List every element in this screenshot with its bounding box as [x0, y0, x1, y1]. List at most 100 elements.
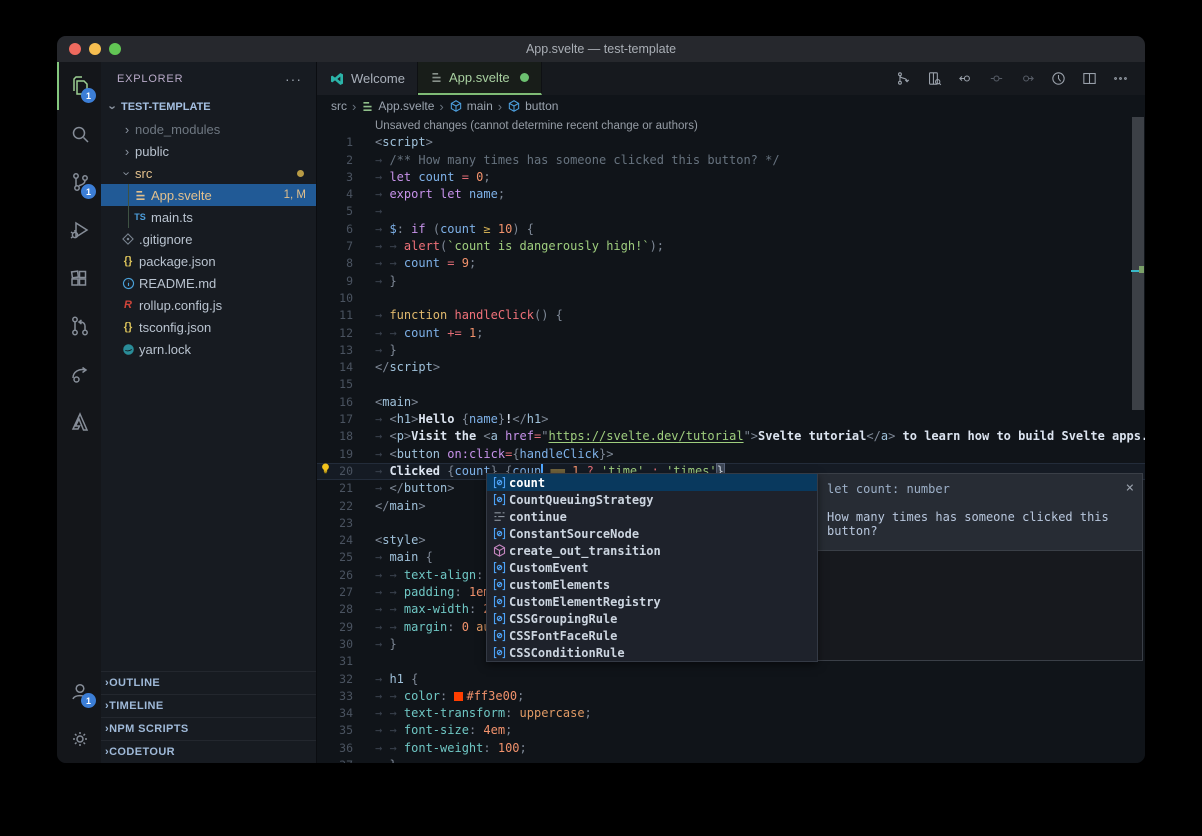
code-line-8[interactable]: 8→ → count = 9; [317, 255, 1145, 272]
sidebar-section-codetour[interactable]: ›CODETOUR [101, 740, 316, 763]
open-changes-button[interactable] [923, 68, 945, 90]
activity-azure[interactable] [57, 398, 101, 446]
split-editor-icon [1081, 70, 1098, 87]
workspace-root-label: TEST-TEMPLATE [121, 101, 211, 113]
activity-github-pull-requests[interactable] [57, 302, 101, 350]
quick-fix-lightbulb[interactable] [319, 462, 332, 480]
code-line-7[interactable]: 7→ → alert(`count is dangerously high!`)… [317, 238, 1145, 255]
breadcrumb-main[interactable]: main [449, 99, 493, 113]
tree-item-tsconfig-json[interactable]: {}tsconfig.json [101, 316, 316, 338]
suggestion-customelementregistry[interactable]: CustomElementRegistry [487, 593, 817, 610]
line-number: 22 [333, 498, 353, 515]
code-line-14[interactable]: 14</script> [317, 359, 1145, 376]
suggestion-create_out_transition[interactable]: create_out_transition [487, 542, 817, 559]
azure-icon [68, 410, 92, 434]
suggestion-continue[interactable]: continue [487, 508, 817, 525]
activity-explorer[interactable]: 1 [57, 62, 101, 110]
sidebar-section-timeline[interactable]: ›TIMELINE [101, 694, 316, 717]
git-actions-button[interactable] [892, 68, 914, 90]
sidebar-section-npm-scripts[interactable]: ›NPM SCRIPTS [101, 717, 316, 740]
tree-item-app-svelte[interactable]: App.svelte1, M [101, 184, 316, 206]
code-line-35[interactable]: 35→ → font-size: 4em; [317, 722, 1145, 739]
activity-live-share[interactable] [57, 350, 101, 398]
tree-item-src[interactable]: ›src [101, 162, 316, 184]
rollup-file-icon: R [124, 299, 132, 311]
suggestion-constantsourcenode[interactable]: ConstantSourceNode [487, 525, 817, 542]
explorer-title: EXPLORER [117, 73, 183, 85]
editor-actions [892, 62, 1145, 95]
code-line-13[interactable]: 13→ } [317, 342, 1145, 359]
tree-item--gitignore[interactable]: .gitignore [101, 228, 316, 250]
suggestion-label: CSSGroupingRule [509, 612, 617, 626]
suggestion-customelements[interactable]: customElements [487, 576, 817, 593]
code-line-3[interactable]: 3→ let count = 0; [317, 169, 1145, 186]
badge: 1 [81, 693, 96, 708]
tab-welcome[interactable]: Welcome [317, 62, 418, 95]
line-number: 34 [333, 705, 353, 722]
code-line-2[interactable]: 2→ /** How many times has someone clicke… [317, 152, 1145, 169]
current-change-button[interactable] [985, 68, 1007, 90]
next-change-button[interactable] [1016, 68, 1038, 90]
code-line-12[interactable]: 12→ → count += 1; [317, 325, 1145, 342]
code-line-17[interactable]: 17→ <h1>Hello {name}!</h1> [317, 411, 1145, 428]
previous-change-button[interactable] [954, 68, 976, 90]
code-line-32[interactable]: 32→ h1 { [317, 671, 1145, 688]
tree-item-package-json[interactable]: {}package.json [101, 250, 316, 272]
activity-run-debug[interactable] [57, 206, 101, 254]
suggestion-cssconditionrule[interactable]: CSSConditionRule [487, 644, 817, 661]
breadcrumb-src[interactable]: src [331, 99, 347, 113]
suggestion-cssgroupingrule[interactable]: CSSGroupingRule [487, 610, 817, 627]
activity-search[interactable] [57, 110, 101, 158]
code-line-10[interactable]: 10 [317, 290, 1145, 307]
activity-source-control[interactable]: 1 [57, 158, 101, 206]
code-line-9[interactable]: 9→ } [317, 273, 1145, 290]
code-line-15[interactable]: 15 [317, 376, 1145, 393]
line-number: 7 [333, 238, 353, 255]
close-icon[interactable]: × [1126, 480, 1134, 496]
tree-item-yarn-lock[interactable]: yarn.lock [101, 338, 316, 360]
code-line-18[interactable]: 18→ <p>Visit the <a href="https://svelte… [317, 428, 1145, 445]
breadcrumb-button[interactable]: button [507, 99, 558, 113]
color-swatch[interactable] [454, 692, 463, 701]
activity-extensions[interactable] [57, 254, 101, 302]
more-actions-button[interactable] [1109, 68, 1131, 90]
activity-account[interactable]: 1 [57, 667, 101, 715]
suggestion-cssfontfacerule[interactable]: CSSFontFaceRule [487, 627, 817, 644]
tree-item-node-modules[interactable]: ›node_modules [101, 118, 316, 140]
code-editor[interactable]: Unsaved changes (cannot determine recent… [317, 117, 1145, 763]
symbol-variable-icon [492, 594, 507, 609]
code-line-34[interactable]: 34→ → text-transform: uppercase; [317, 705, 1145, 722]
suggestion-countqueuingstrategy[interactable]: CountQueuingStrategy [487, 491, 817, 508]
line-number: 25 [333, 549, 353, 566]
workspace-root-folder[interactable]: › TEST-TEMPLATE [101, 96, 316, 118]
breadcrumb-app-svelte[interactable]: App.svelte [361, 99, 434, 113]
explorer-more-actions-icon[interactable]: ··· [285, 71, 302, 87]
blame-annotation-line[interactable]: Unsaved changes (cannot determine recent… [317, 117, 1145, 134]
tree-item-public[interactable]: ›public [101, 140, 316, 162]
activity-settings[interactable] [57, 715, 101, 763]
code-line-5[interactable]: 5→ [317, 203, 1145, 220]
code-line-11[interactable]: 11→ function handleClick() { [317, 307, 1145, 324]
history-button[interactable] [1047, 68, 1069, 90]
code-line-33[interactable]: 33→ → color: #ff3e00; [317, 688, 1145, 705]
code-line-1[interactable]: 1<script> [317, 134, 1145, 151]
suggestion-count[interactable]: count [487, 474, 817, 491]
code-line-4[interactable]: 4→ export let name; [317, 186, 1145, 203]
json-file-icon: {} [124, 255, 133, 267]
vertical-scrollbar[interactable] [1131, 117, 1145, 763]
tree-item-readme-md[interactable]: README.md [101, 272, 316, 294]
line-number: 18 [333, 428, 353, 445]
code-line-19[interactable]: 19→ <button on:click={handleClick}> [317, 446, 1145, 463]
suggestion-customevent[interactable]: CustomEvent [487, 559, 817, 576]
tree-item-main-ts[interactable]: TSmain.ts [101, 206, 316, 228]
line-number: 9 [333, 273, 353, 290]
code-line-37[interactable]: 37→ } [317, 757, 1145, 763]
code-line-16[interactable]: 16<main> [317, 394, 1145, 411]
code-line-36[interactable]: 36→ → font-weight: 100; [317, 740, 1145, 757]
sidebar-section-outline[interactable]: ›OUTLINE [101, 671, 316, 694]
tab-app-svelte[interactable]: App.svelte [418, 62, 542, 95]
tree-item-rollup-config-js[interactable]: Rrollup.config.js [101, 294, 316, 316]
split-editor-button[interactable] [1078, 68, 1100, 90]
code-line-6[interactable]: 6→ $: if (count ≥ 10) { [317, 221, 1145, 238]
scrollbar-thumb[interactable] [1132, 117, 1144, 410]
